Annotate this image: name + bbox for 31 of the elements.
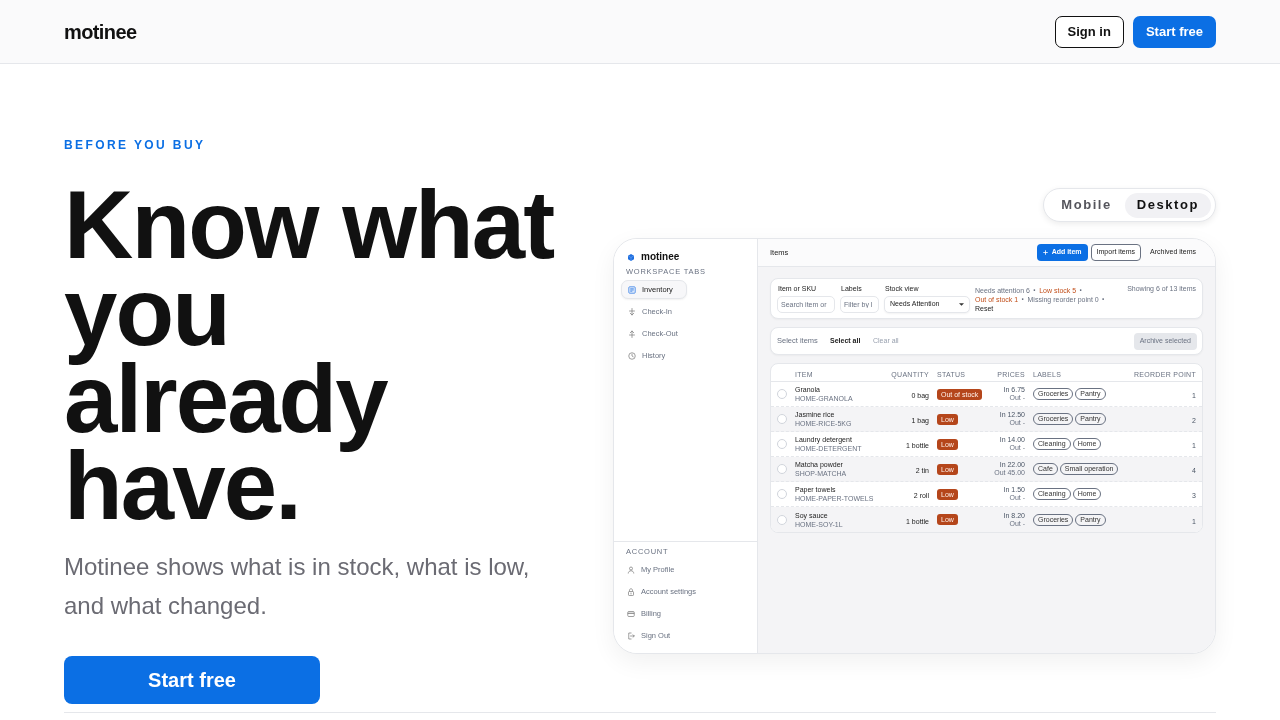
person-icon: [627, 565, 635, 574]
row-checkbox[interactable]: [777, 514, 787, 525]
headline: Know what you already have.: [64, 181, 555, 529]
row-checkbox[interactable]: [777, 439, 787, 449]
cube-icon: [628, 253, 634, 261]
view-tab[interactable]: Desktop: [1124, 192, 1211, 218]
sign-out-icon: [627, 631, 635, 640]
sidebar-logo: motinee: [641, 251, 680, 263]
clock-icon: [628, 351, 636, 360]
subtitle: Motinee shows what is in stock, what is low, and what changed.: [64, 552, 531, 621]
separator: ·: [1021, 295, 1025, 304]
document-icon: [628, 285, 636, 294]
caret-down-icon: [959, 303, 964, 306]
separator: ·: [1101, 295, 1106, 304]
row-checkbox[interactable]: [777, 389, 787, 399]
row-checkbox[interactable]: [777, 489, 787, 499]
secondary-button[interactable]: Sign in: [1054, 15, 1124, 48]
separator: ·: [1079, 286, 1083, 295]
row-checkbox[interactable]: [777, 464, 787, 474]
lock-icon: [627, 587, 635, 596]
arrow-up-icon: [628, 329, 636, 338]
start-free-button[interactable]: Start free: [64, 656, 320, 704]
plus-icon: [1042, 250, 1048, 255]
arrow-down-icon: [628, 307, 636, 316]
eyebrow-text: BEFORE YOU BUY: [64, 137, 206, 153]
primary-button[interactable]: Start free: [1132, 15, 1216, 48]
credit-card-icon: [627, 609, 635, 618]
view-tab[interactable]: Mobile: [1049, 192, 1124, 218]
row-checkbox[interactable]: [777, 414, 787, 424]
logo[interactable]: motinee: [64, 16, 137, 47]
separator: ·: [1032, 286, 1037, 295]
